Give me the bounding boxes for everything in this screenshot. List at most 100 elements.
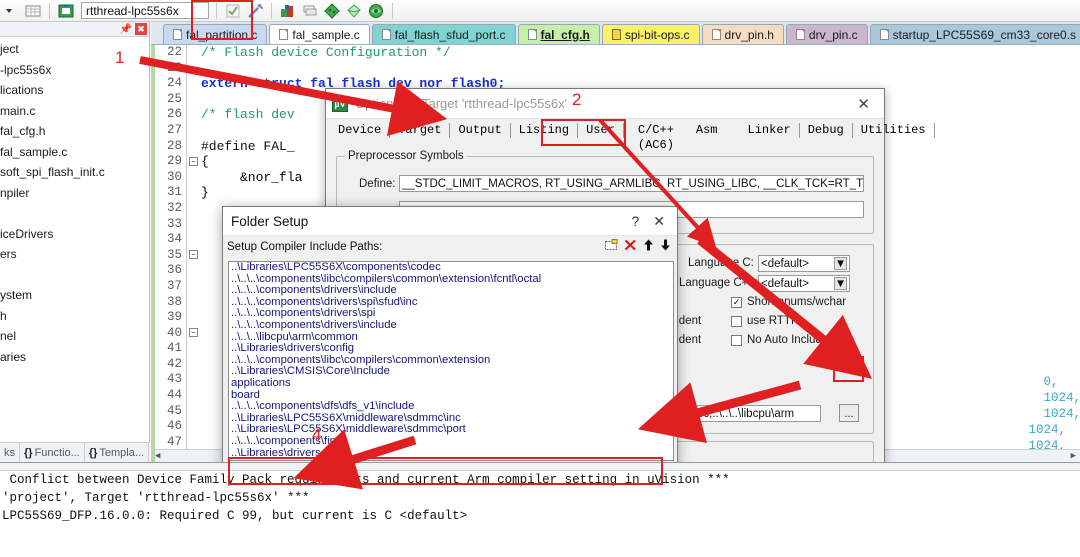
window-grid-icon[interactable] xyxy=(24,2,42,20)
move-down-icon[interactable] xyxy=(660,239,671,254)
folder-setup-title: Folder Setup xyxy=(231,213,309,229)
tree-item[interactable]: h xyxy=(0,306,149,327)
tree-item[interactable]: soft_spi_flash_init.c xyxy=(0,162,149,183)
fold-toggle-icon[interactable]: − xyxy=(189,250,198,259)
tree-item[interactable]: -lpc55s6x xyxy=(0,60,149,81)
help-icon[interactable]: ? xyxy=(621,213,649,229)
pack-installer-diamond-icon[interactable] xyxy=(345,2,363,20)
editor-tab-label: fal_cfg.h xyxy=(540,27,590,42)
list-item[interactable]: ..\..\..\components\drivers\include xyxy=(229,319,673,332)
define-label: Define: xyxy=(359,178,396,190)
line-number: 24 xyxy=(166,76,182,91)
tree-item[interactable]: ject xyxy=(0,39,149,60)
tab-target[interactable]: Target xyxy=(390,122,451,138)
tree-item[interactable]: fal_cfg.h xyxy=(0,121,149,142)
tab-device[interactable]: Device xyxy=(330,122,391,138)
tree-item[interactable]: lications xyxy=(0,80,149,101)
file-icon xyxy=(795,29,805,40)
editor-tab-startup[interactable]: startup_LPC55S69_cm33_core0.s xyxy=(869,24,1080,44)
fold-toggle-icon[interactable]: − xyxy=(189,157,198,166)
tab-output[interactable]: Output xyxy=(450,122,511,138)
tree-item[interactable]: main.c xyxy=(0,101,149,122)
tree-item[interactable]: aries xyxy=(0,347,149,368)
toolbar-separator xyxy=(49,2,50,19)
tree-item[interactable]: fal_sample.c xyxy=(0,142,149,163)
tab-user[interactable]: User xyxy=(578,122,624,138)
editor-tab-fal-sample[interactable]: fal_sample.c xyxy=(269,24,370,44)
tree-item[interactable] xyxy=(0,265,149,286)
pin-icon[interactable]: 📌 xyxy=(120,24,132,35)
tab-utilities[interactable]: Utilities xyxy=(853,122,935,138)
line-number: 40 xyxy=(166,325,182,340)
tab-c-cpp-ac6[interactable]: C/C++ (AC6) xyxy=(624,123,688,152)
close-icon[interactable]: ✖ xyxy=(135,23,147,35)
tree-item[interactable]: npiler xyxy=(0,183,149,204)
target-selector[interactable]: rtthread-lpc55s6x xyxy=(81,2,209,19)
close-icon[interactable]: ✕ xyxy=(649,213,669,230)
manage-layers-icon[interactable] xyxy=(301,2,319,20)
scroll-right-icon[interactable]: ▶ xyxy=(1071,451,1076,461)
tab-asm[interactable]: Asm xyxy=(688,123,740,138)
include-paths-list[interactable]: ..\Libraries\LPC55S6X\components\codec .… xyxy=(228,261,674,461)
tab-books-label: ks xyxy=(4,446,15,459)
list-item[interactable]: ..\..\..\components\dfs\dfs_v1\include xyxy=(229,401,673,413)
use-rtti-checkbox[interactable]: use RTTI xyxy=(731,315,794,327)
tree-item[interactable]: ers xyxy=(0,244,149,265)
project-tree[interactable]: ject -lpc55s6x lications main.c fal_cfg.… xyxy=(0,37,149,367)
define-input[interactable]: __STDC_LIMIT_MACROS, RT_USING_ARMLIBC, R… xyxy=(399,175,864,192)
dropdown-arrow-icon[interactable] xyxy=(2,2,20,20)
no-auto-includes-checkbox[interactable]: No Auto Includes xyxy=(731,334,834,346)
tab-templates[interactable]: {} Templa... xyxy=(85,443,150,462)
tab-linker[interactable]: Linker xyxy=(740,122,800,138)
chevron-down-icon[interactable]: ▼ xyxy=(834,257,847,270)
scroll-left-icon[interactable]: ◀ xyxy=(155,451,160,461)
target-options-icon[interactable] xyxy=(57,2,75,20)
editor-tab-label: drv_pin.h xyxy=(724,27,774,42)
chevron-down-icon[interactable]: ▼ xyxy=(834,277,847,290)
build-wizard-icon[interactable] xyxy=(246,2,264,20)
close-icon[interactable]: ✕ xyxy=(849,95,878,113)
editor-tab-fal-flash-sfud-port[interactable]: fal_flash_sfud_port.c xyxy=(371,24,516,44)
annotation-marker-1: 1 xyxy=(115,48,125,67)
tree-item[interactable] xyxy=(0,203,149,224)
editor-tabstrip: fal_partition.c fal_sample.c fal_flash_s… xyxy=(151,22,1080,45)
build-output-pane[interactable]: Conflict between Device Family Pack requ… xyxy=(0,462,1080,557)
batch-build-icon[interactable] xyxy=(279,2,297,20)
language-cpp-select[interactable]: <default> ▼ xyxy=(758,275,850,292)
list-item[interactable]: ..\Libraries\drivers\config xyxy=(229,343,673,355)
list-item[interactable]: ..\Libraries\LPC55S6X\components\codec xyxy=(229,262,673,274)
fold-toggle-icon[interactable]: − xyxy=(189,328,198,337)
tree-item[interactable]: ystem xyxy=(0,285,149,306)
list-item[interactable]: applications xyxy=(229,377,673,390)
target-name-label: rtthread-lpc55s6x xyxy=(86,3,179,18)
short-enums-wchar-checkbox[interactable]: ✓ Short enums/wchar xyxy=(731,296,846,308)
tree-item[interactable]: nel xyxy=(0,326,149,347)
move-up-icon[interactable] xyxy=(643,239,654,254)
language-c-select[interactable]: <default> ▼ xyxy=(758,255,850,272)
editor-tab-fal-cfg[interactable]: fal_cfg.h xyxy=(517,24,600,44)
line-number: 32 xyxy=(166,200,182,215)
include-paths-browse-button[interactable]: ... xyxy=(839,404,859,422)
tree-item[interactable]: iceDrivers xyxy=(0,224,149,245)
list-item[interactable]: ..\..\..\components\finsh xyxy=(229,435,673,448)
editor-tab-spi-bit-ops[interactable]: spi-bit-ops.c xyxy=(601,24,700,44)
list-item[interactable]: ..\Libraries\CMSIS\Core\Include xyxy=(229,366,673,378)
configuration-wizard-icon[interactable] xyxy=(367,2,385,20)
editor-tab-fal-partition[interactable]: fal_partition.c xyxy=(163,24,268,44)
list-item[interactable]: ..\Libraries\drivers xyxy=(229,447,673,460)
project-pane: 📌 ✖ ject -lpc55s6x lications main.c fal_… xyxy=(0,22,150,462)
delete-red-x-icon[interactable] xyxy=(624,239,637,254)
tab-books[interactable]: ks xyxy=(0,443,20,462)
define-value: __STDC_LIMIT_MACROS, RT_USING_ARMLIBC, R… xyxy=(402,177,864,190)
editor-left-margin-bar xyxy=(151,45,155,462)
editor-tab-drv-pin-c[interactable]: drv_pin.c xyxy=(785,24,868,44)
tab-debug[interactable]: Debug xyxy=(800,122,853,138)
pack-installer-green-icon[interactable] xyxy=(323,2,341,20)
checkmark-icon[interactable] xyxy=(224,2,242,20)
file-icon xyxy=(279,29,289,40)
new-folder-icon[interactable] xyxy=(605,239,618,254)
line-number: 35 xyxy=(166,247,182,262)
tab-functions[interactable]: {} Functio... xyxy=(20,443,85,462)
editor-tab-drv-pin-h[interactable]: drv_pin.h xyxy=(701,24,784,44)
tab-listing[interactable]: Listing xyxy=(511,122,579,138)
